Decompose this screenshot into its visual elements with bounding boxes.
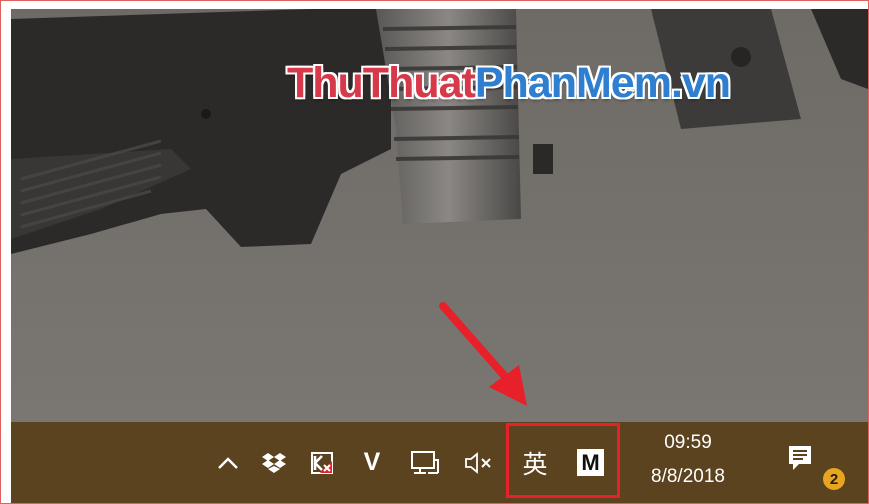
kaspersky-icon (311, 451, 333, 474)
clock[interactable]: 09:59 8/8/2018 (633, 422, 743, 503)
desktop-wallpaper: ThuThuatPhanMem.vn (11, 9, 868, 422)
chevron-up-icon (218, 456, 238, 469)
watermark-part2: PhanMem.vn (474, 59, 731, 107)
screenshot-frame: ThuThuatPhanMem.vn V 英 M 09:59 8/8/2018 … (0, 0, 869, 504)
taskbar: V 英 M 09:59 8/8/2018 2 (11, 422, 868, 503)
volume-tray-button[interactable] (461, 422, 495, 503)
speaker-muted-icon (465, 451, 491, 474)
ime-mode-button[interactable]: M (577, 449, 604, 476)
show-hidden-icons-button[interactable] (213, 422, 243, 503)
vietkey-tray-button[interactable]: V (357, 422, 387, 503)
watermark-part1: ThuThuat (287, 59, 476, 107)
action-center-icon (789, 446, 811, 470)
clock-time: 09:59 (664, 432, 712, 453)
network-icon (411, 450, 439, 474)
watermark: ThuThuatPhanMem.vn (287, 59, 731, 108)
clock-date: 8/8/2018 (651, 466, 725, 487)
kaspersky-tray-button[interactable] (307, 422, 337, 503)
dropbox-tray-button[interactable] (259, 422, 289, 503)
dropbox-icon (262, 452, 286, 473)
notification-count-badge: 2 (823, 468, 845, 490)
network-tray-button[interactable] (409, 422, 441, 503)
v-icon: V (363, 448, 381, 476)
ime-language-button[interactable]: 英 (517, 422, 553, 503)
